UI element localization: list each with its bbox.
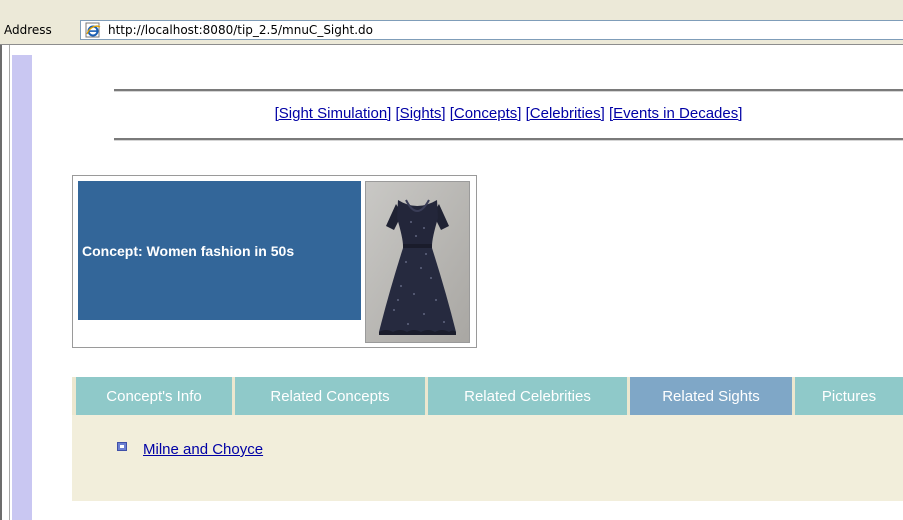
address-bar: Address http://localhost:8080/tip_2.5/mn…	[0, 0, 903, 45]
tab-pictures[interactable]: Pictures	[795, 377, 903, 415]
address-url: http://localhost:8080/tip_2.5/mnuC_Sight…	[108, 23, 373, 37]
nav-divider-bottom	[114, 138, 903, 141]
nav-link-events-in-decades[interactable]: [Events in Decades]	[609, 105, 742, 122]
tab-bar: Concept's Info Related Concepts Related …	[72, 377, 903, 415]
frame-border	[0, 45, 10, 520]
tab-related-celebrities[interactable]: Related Celebrities	[428, 377, 627, 415]
ie-page-icon	[85, 22, 101, 38]
tab-concepts-info[interactable]: Concept's Info	[76, 377, 232, 415]
tab-related-sights[interactable]: Related Sights	[630, 377, 792, 415]
concept-header: Concept: Women fashion in 50s	[72, 175, 477, 348]
list-bullet-icon	[117, 442, 127, 451]
nav-link-concepts[interactable]: [Concepts]	[450, 105, 522, 122]
address-label: Address	[4, 23, 52, 37]
tab-related-concepts[interactable]: Related Concepts	[235, 377, 425, 415]
concept-title: Concept: Women fashion in 50s	[78, 181, 361, 320]
related-sight-link[interactable]: Milne and Choyce	[143, 441, 263, 458]
tab-content: Milne and Choyce	[72, 415, 903, 501]
dress-photo-icon	[366, 182, 469, 342]
main-nav: [Sight Simulation] [Sights] [Concepts] […	[114, 105, 903, 122]
nav-link-sights[interactable]: [Sights]	[396, 105, 446, 122]
address-input[interactable]: http://localhost:8080/tip_2.5/mnuC_Sight…	[80, 20, 903, 40]
nav-divider-top	[114, 89, 903, 92]
left-sidebar-strip	[12, 55, 32, 520]
nav-link-sight-simulation[interactable]: [Sight Simulation]	[275, 105, 392, 122]
nav-link-celebrities[interactable]: [Celebrities]	[526, 105, 605, 122]
concept-photo	[365, 181, 470, 343]
